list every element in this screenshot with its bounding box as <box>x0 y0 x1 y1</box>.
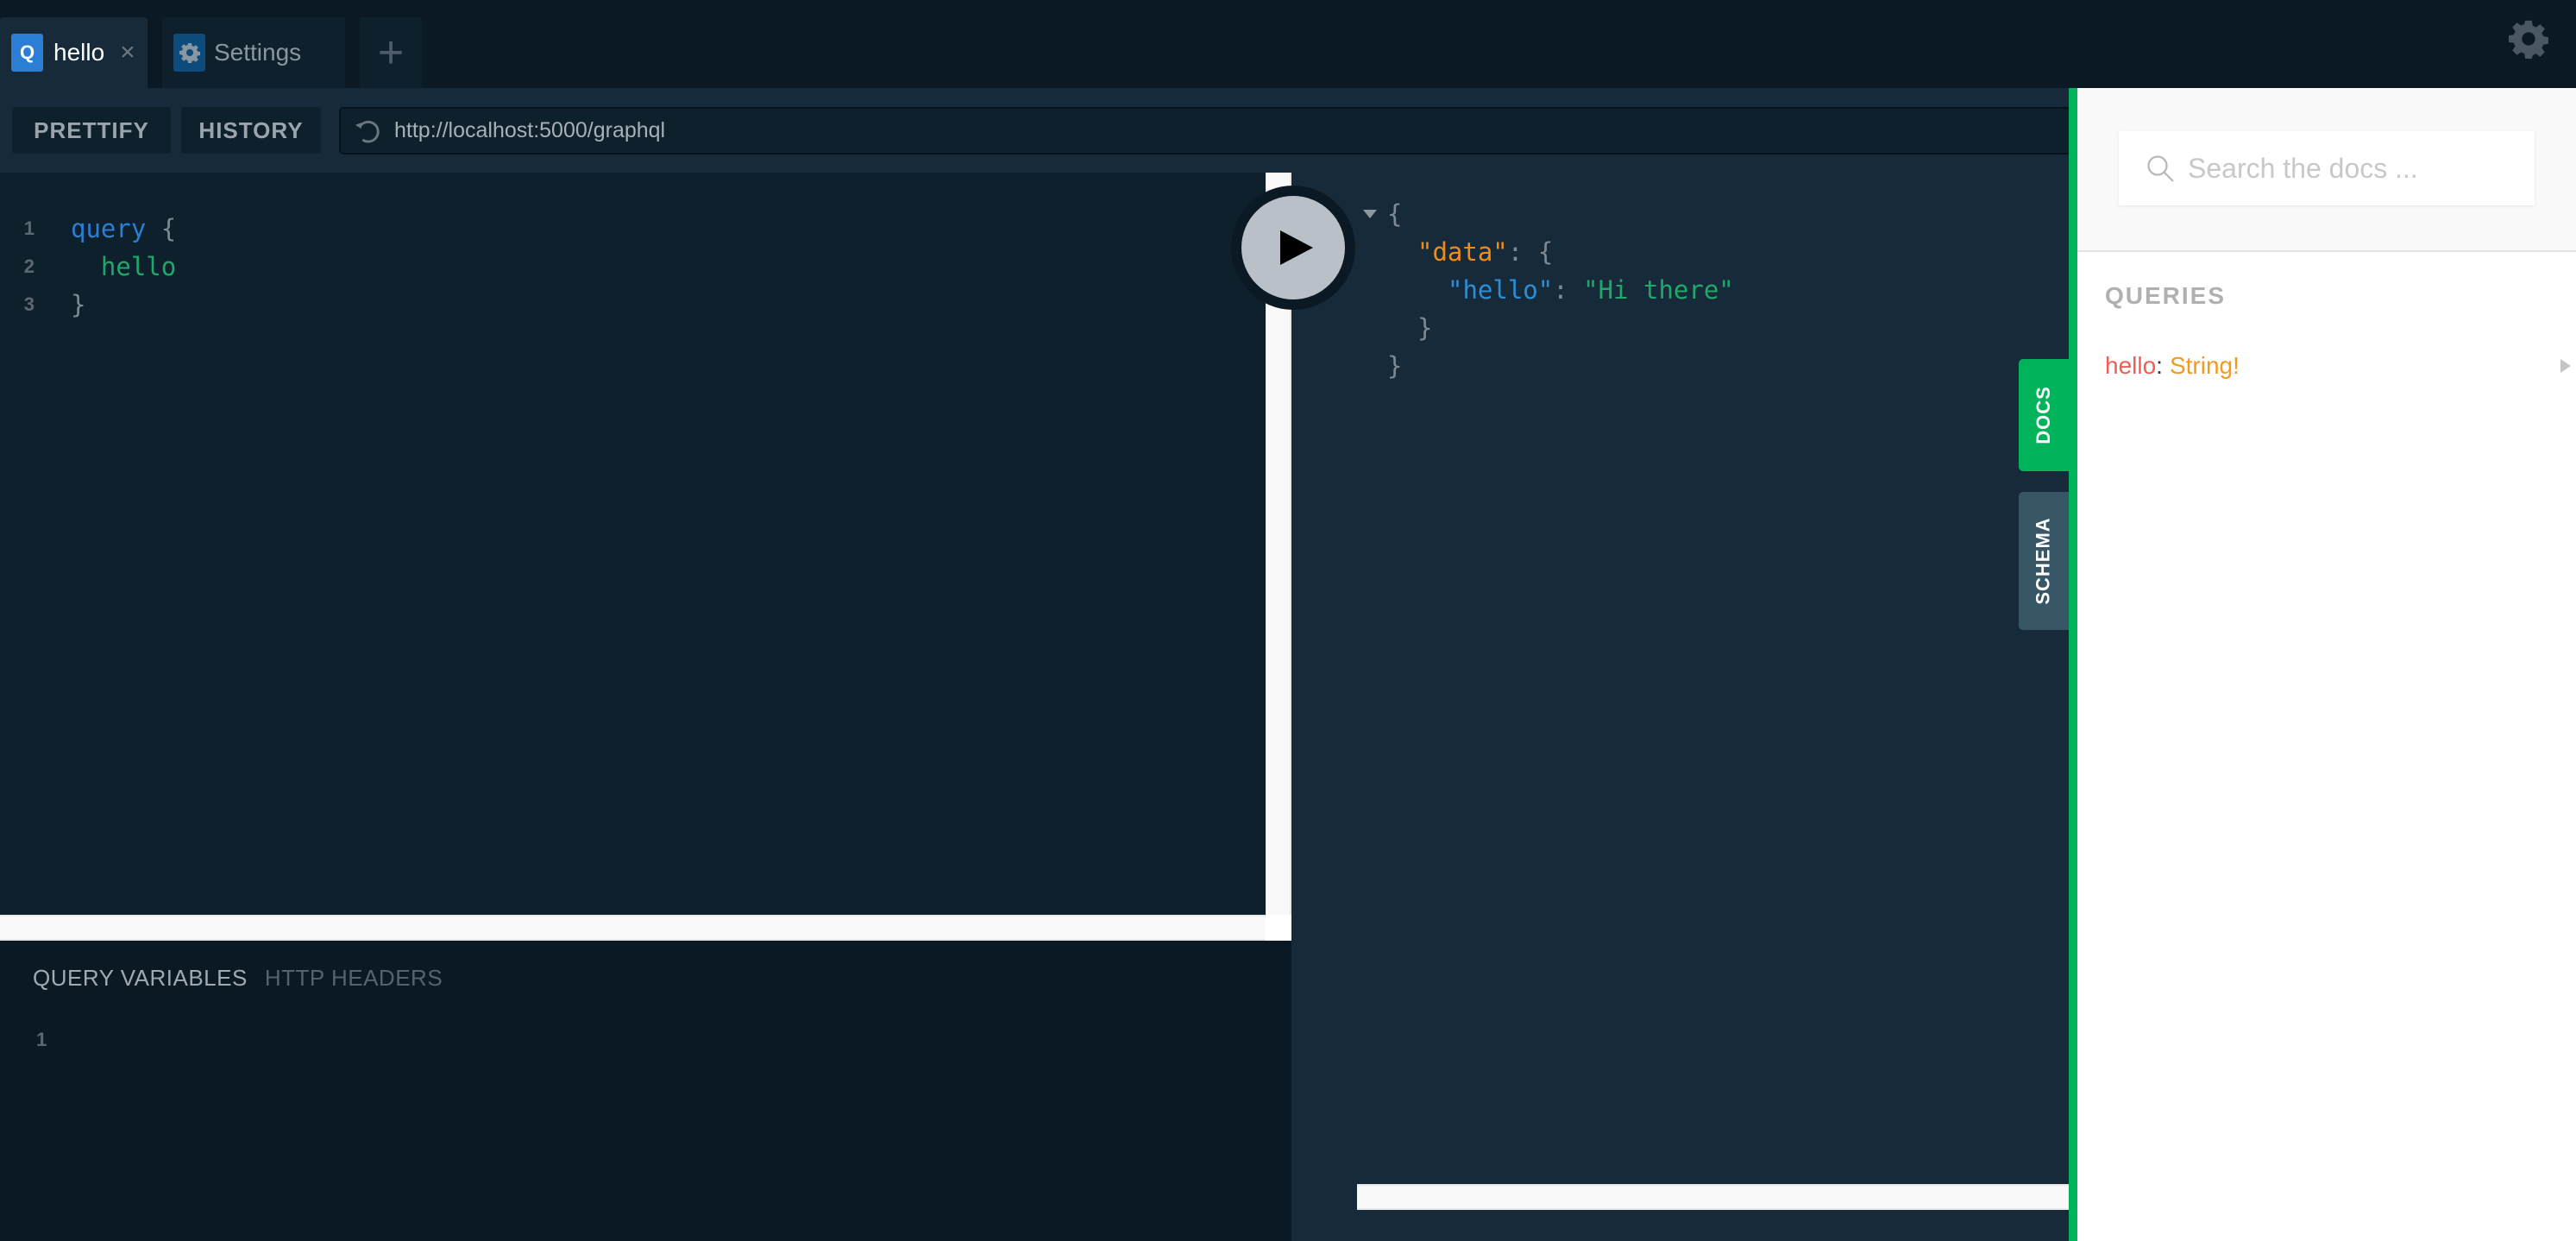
editor-horizontal-scrollbar[interactable] <box>0 915 1291 941</box>
close-tab-icon[interactable]: × <box>120 38 135 67</box>
json-brace: } <box>1387 351 1403 381</box>
plus-icon: + <box>377 28 405 78</box>
docs-panel-border[interactable] <box>2069 88 2077 1241</box>
code-line: 2 hello <box>0 248 176 286</box>
json-brace: { <box>1537 237 1554 267</box>
json-key: "hello" <box>1448 275 1554 305</box>
endpoint-url: http://localhost:5000/graphql <box>394 118 666 142</box>
json-line: "data": { <box>1417 233 1553 271</box>
line-number: 2 <box>23 255 35 277</box>
line-number: 1 <box>36 1029 47 1050</box>
result-horizontal-scrollbar[interactable] <box>1357 1184 2069 1210</box>
result-viewer: { "data": { "hello": "Hi there" } } <box>1291 173 2069 1213</box>
tab-hello[interactable]: Q hello × <box>0 17 148 88</box>
reload-icon[interactable] <box>353 117 382 146</box>
code-field: hello <box>71 252 177 281</box>
json-key: "data" <box>1417 237 1508 267</box>
json-line: "hello": "Hi there" <box>1448 271 1734 309</box>
schema-tab-label: SCHEMA <box>2033 517 2054 605</box>
tab-http-headers[interactable]: HTTP HEADERS <box>265 965 443 992</box>
code-line: 3 } <box>0 286 86 324</box>
json-sep: : <box>1507 237 1538 267</box>
prettify-button[interactable]: PRETTIFY <box>12 107 171 154</box>
variables-panel: QUERY VARIABLES HTTP HEADERS 1 <box>0 941 1291 1241</box>
docs-search-input[interactable] <box>2188 152 2533 185</box>
variables-tabs: QUERY VARIABLES HTTP HEADERS <box>33 965 443 992</box>
docs-section-title: QUERIES <box>2105 282 2227 309</box>
line-number: 1 <box>23 217 35 239</box>
tab-bar: Q hello × Settings + <box>0 0 2576 88</box>
query-field-name[interactable]: hello <box>2105 352 2156 380</box>
gear-icon <box>173 34 205 72</box>
line-number: 3 <box>23 293 35 315</box>
code-punct: { <box>146 214 177 243</box>
add-tab-button[interactable]: + <box>360 17 422 88</box>
docs-header <box>2077 88 2576 252</box>
json-brace: } <box>1417 313 1433 343</box>
play-icon <box>1280 230 1313 265</box>
docs-search-box[interactable] <box>2119 131 2535 205</box>
docs-side-tab[interactable]: DOCS <box>2019 359 2069 471</box>
tab-settings[interactable]: Settings <box>162 17 345 88</box>
collapse-triangle-icon[interactable] <box>1363 210 1377 218</box>
tab-query-variables[interactable]: QUERY VARIABLES <box>33 965 248 992</box>
json-line: } <box>1387 347 1402 385</box>
toolbar: PRETTIFY HISTORY http://localhost:5000/g… <box>0 88 2069 173</box>
scrollbar-corner <box>1266 915 1291 941</box>
code-punct: } <box>71 290 86 319</box>
settings-gear-icon[interactable] <box>2509 19 2548 60</box>
json-brace: { <box>1387 199 1403 229</box>
schema-side-tab[interactable]: SCHEMA <box>2019 492 2069 630</box>
query-badge-icon: Q <box>11 34 43 72</box>
docs-tab-label: DOCS <box>2033 386 2054 444</box>
json-line: } <box>1417 309 1432 347</box>
json-line: { <box>1363 195 1402 233</box>
docs-query-item[interactable]: hello: String! <box>2105 352 2571 380</box>
code-line: 1 query { <box>0 210 176 248</box>
query-editor[interactable]: 1 query { 2 hello 3 } <box>0 173 1266 915</box>
tab-label: Settings <box>214 39 302 66</box>
query-field-colon: : <box>2156 352 2163 379</box>
search-icon <box>2147 155 2174 182</box>
docs-panel: QUERIES hello: String! <box>2077 88 2576 1241</box>
query-field-type[interactable]: String! <box>2170 352 2240 380</box>
json-sep: : <box>1553 275 1584 305</box>
chevron-right-icon <box>2560 359 2571 373</box>
history-button[interactable]: HISTORY <box>181 107 321 154</box>
tab-label: hello <box>53 39 105 66</box>
execute-query-button[interactable] <box>1231 186 1355 310</box>
endpoint-url-field[interactable]: http://localhost:5000/graphql <box>339 107 2069 154</box>
json-value: "Hi there" <box>1583 275 1734 305</box>
code-keyword: query <box>71 214 147 243</box>
play-button-face <box>1241 196 1345 299</box>
